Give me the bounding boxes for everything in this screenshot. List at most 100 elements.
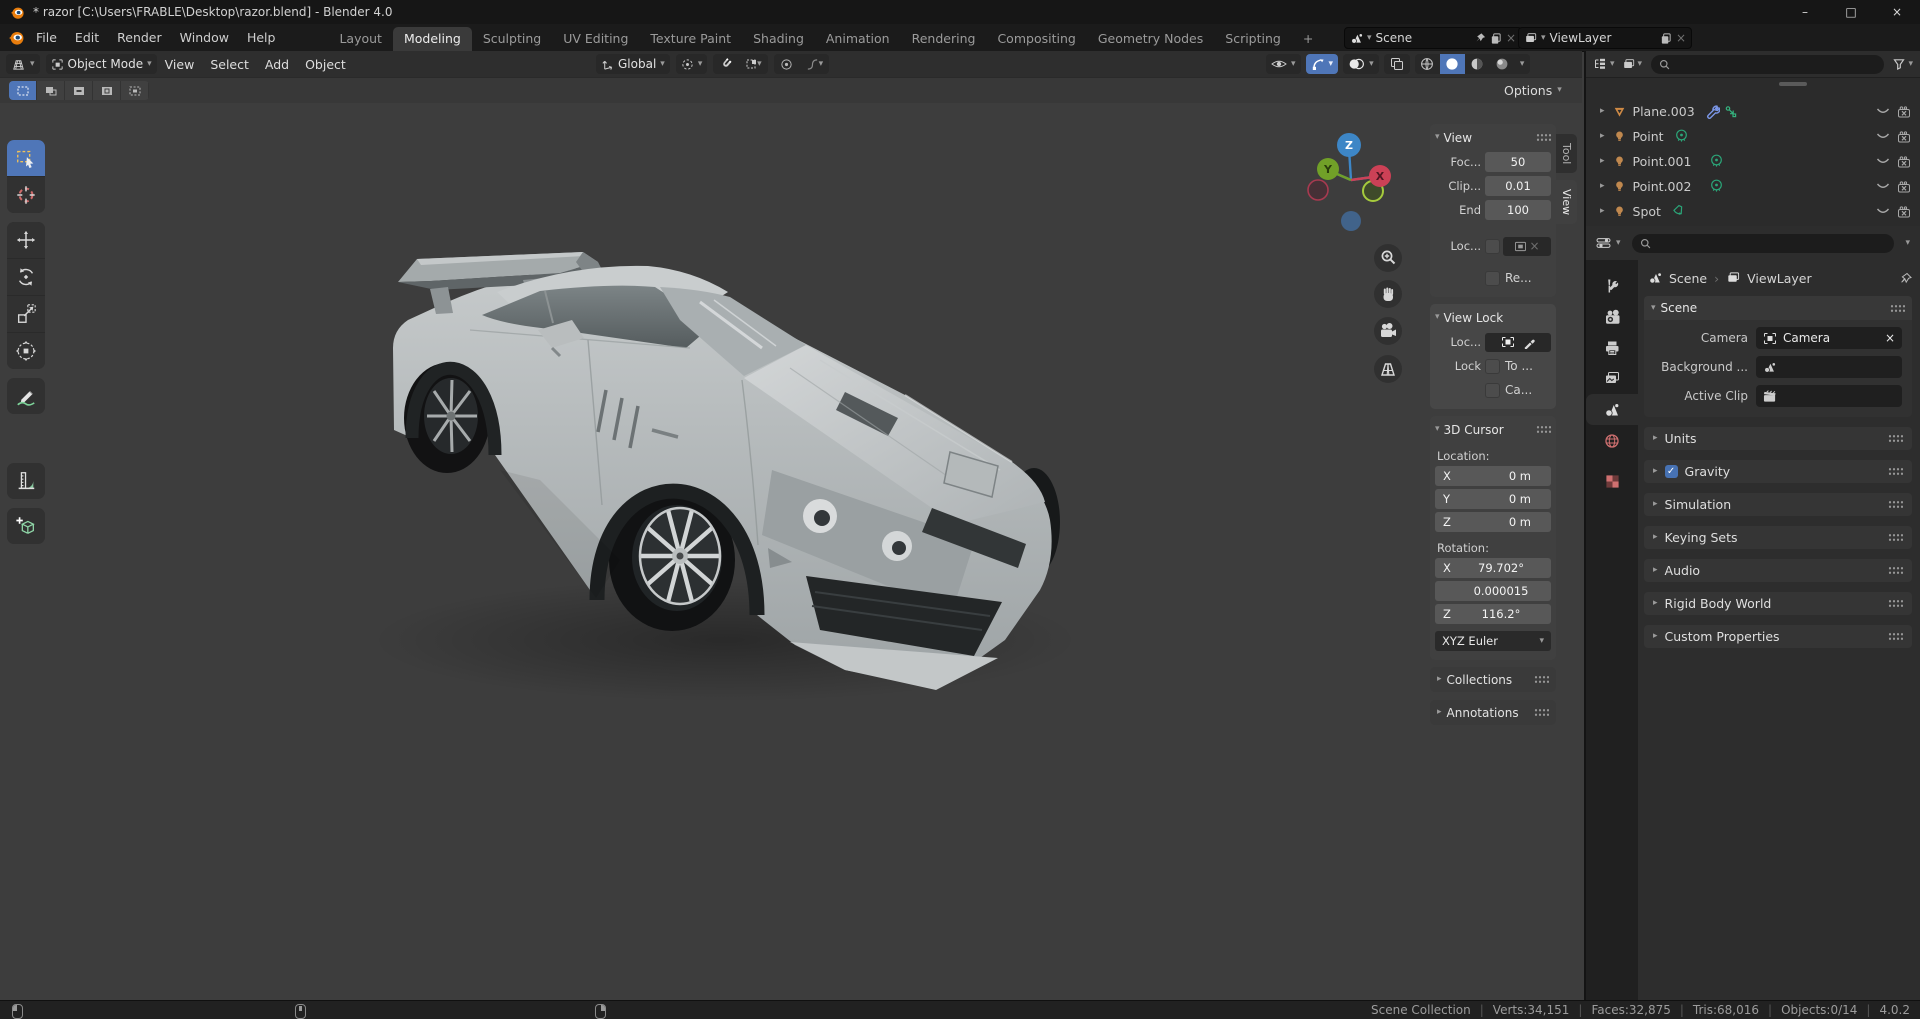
outliner-item-plane003[interactable]: ▸ Plane.003 [1586,99,1920,124]
transform-tool[interactable] [7,333,45,369]
disable-render-icon[interactable] [1897,205,1911,218]
outliner-search-input[interactable] [1651,54,1885,74]
expand-icon[interactable]: ▸ [1600,107,1605,116]
disable-render-icon[interactable] [1897,105,1911,118]
tab-scripting[interactable]: Scripting [1214,27,1292,51]
cursor-rotation-y[interactable]: 0.000015 [1435,581,1551,601]
pin-icon[interactable] [1900,272,1912,285]
xray-toggle[interactable] [1383,54,1410,74]
scale-tool[interactable] [7,296,45,333]
tab-render-properties[interactable] [1586,301,1638,332]
disable-render-icon[interactable] [1897,180,1911,193]
drag-handle-icon[interactable] [1888,434,1903,443]
snap-toggle[interactable] [713,54,738,74]
outliner-item-point002[interactable]: ▸ Point.002 [1586,174,1920,199]
clip-start-field[interactable]: 0.01 [1485,176,1551,196]
local-camera-field[interactable]: × [1503,236,1551,256]
render-region-checkbox[interactable] [1485,270,1500,286]
shading-rendered[interactable] [1490,54,1515,74]
add-workspace-button[interactable]: + [1292,27,1324,51]
hide-viewport-icon[interactable] [1876,132,1890,141]
annotate-tool[interactable] [7,378,45,414]
copy-icon[interactable] [1660,32,1672,45]
menu-object[interactable]: Object [297,57,354,72]
lock-object-field[interactable] [1485,332,1551,352]
tab-uv-editing[interactable]: UV Editing [552,27,639,51]
cursor-location-z[interactable]: Z 0 m [1435,512,1551,532]
expand-icon[interactable]: ▸ [1600,157,1605,166]
drag-handle-icon[interactable] [1888,632,1903,641]
breadcrumb-scene[interactable]: Scene [1669,271,1707,286]
viewlayer-selector[interactable]: ▾ ViewLayer × [1518,27,1692,49]
3d-cursor-header[interactable]: ▾ 3D Cursor [1435,419,1551,440]
select-set-button[interactable] [9,81,37,100]
expand-icon[interactable]: ▸ [1600,182,1605,191]
chevron-down-icon[interactable]: ▾ [1610,59,1615,69]
shading-wireframe[interactable] [1415,54,1440,74]
drag-handle-icon[interactable] [1536,133,1551,142]
blender-menu-icon[interactable] [8,29,25,46]
outliner-item-spot[interactable]: ▸ Spot [1586,199,1920,224]
tab-shading[interactable]: Shading [742,27,815,51]
panel-simulation[interactable]: ▸ Simulation [1644,493,1912,516]
clip-end-field[interactable]: 100 [1485,200,1551,220]
select-invert-button[interactable] [93,81,121,100]
drag-handle-icon[interactable] [1888,599,1903,608]
orientation-selector[interactable]: Global ▾ [596,54,670,74]
panel-rigid-body-world[interactable]: ▸ Rigid Body World [1644,592,1912,615]
proportional-toggle[interactable] [774,54,799,74]
rotation-mode-dropdown[interactable]: XYZ Euler ▾ [1435,631,1551,651]
filter-icon[interactable] [1893,58,1906,70]
scene-selector[interactable]: ▾ Scene × [1344,27,1522,49]
shading-dropdown[interactable]: ▾ [1515,54,1530,74]
hide-viewport-icon[interactable] [1876,107,1890,116]
axis-neg-x[interactable] [1307,179,1329,201]
select-box-tool[interactable] [7,140,45,177]
remove-icon[interactable]: × [1676,31,1686,45]
cursor-rotation-z[interactable]: Z 116.2° [1435,604,1551,624]
menu-select[interactable]: Select [202,57,257,72]
rotate-tool[interactable] [7,259,45,296]
background-scene-field[interactable] [1756,356,1902,378]
tab-texture-properties[interactable] [1586,466,1638,497]
tab-scene-properties[interactable] [1586,394,1638,425]
snap-settings[interactable]: ▾ [738,54,768,74]
local-camera-checkbox[interactable] [1485,238,1500,254]
clear-camera-icon[interactable]: × [1885,331,1895,345]
drag-handle-icon[interactable] [1534,708,1549,717]
tab-geometry-nodes[interactable]: Geometry Nodes [1087,27,1214,51]
drag-handle-icon[interactable] [1888,467,1903,476]
orthographic-toggle-button[interactable] [1374,355,1402,383]
camera-field[interactable]: Camera × [1756,327,1902,349]
navigation-gizmo[interactable]: Z X Y [1302,130,1402,240]
display-mode-icon[interactable] [1622,58,1635,71]
add-cube-tool[interactable] [7,508,45,544]
sidebar-tab-tool[interactable]: Tool [1556,134,1577,174]
panel-keying-sets[interactable]: ▸ Keying Sets [1644,526,1912,549]
active-clip-field[interactable] [1756,385,1902,407]
outliner-item-point[interactable]: ▸ Point [1586,124,1920,149]
disable-render-icon[interactable] [1897,130,1911,143]
maximize-button[interactable]: □ [1828,0,1874,24]
pivot-point-button[interactable]: ▾ [675,54,708,74]
menu-file[interactable]: File [27,30,66,45]
scene-panel-header[interactable]: ▾ Scene [1644,296,1912,320]
expand-icon[interactable]: ▸ [1600,207,1605,216]
options-button[interactable]: Options ▾ [1504,83,1562,98]
menu-add[interactable]: Add [257,57,297,72]
hide-viewport-icon[interactable] [1876,207,1890,216]
zoom-button[interactable] [1374,244,1402,272]
panel-audio[interactable]: ▸ Audio [1644,559,1912,582]
gravity-checkbox[interactable]: ✓ [1664,465,1678,478]
drag-handle-icon[interactable] [1888,500,1903,509]
select-extend-button[interactable] [37,81,65,100]
panel-units[interactable]: ▸ Units [1644,427,1912,450]
tab-sculpting[interactable]: Sculpting [472,27,552,51]
hide-viewport-icon[interactable] [1876,157,1890,166]
menu-help[interactable]: Help [238,30,285,45]
cursor-tool[interactable] [7,177,45,213]
menu-view[interactable]: View [157,57,203,72]
expand-icon[interactable]: ▸ [1600,132,1605,141]
properties-search-input[interactable] [1631,233,1895,253]
cursor-rotation-x[interactable]: X 79.702° [1435,558,1551,578]
